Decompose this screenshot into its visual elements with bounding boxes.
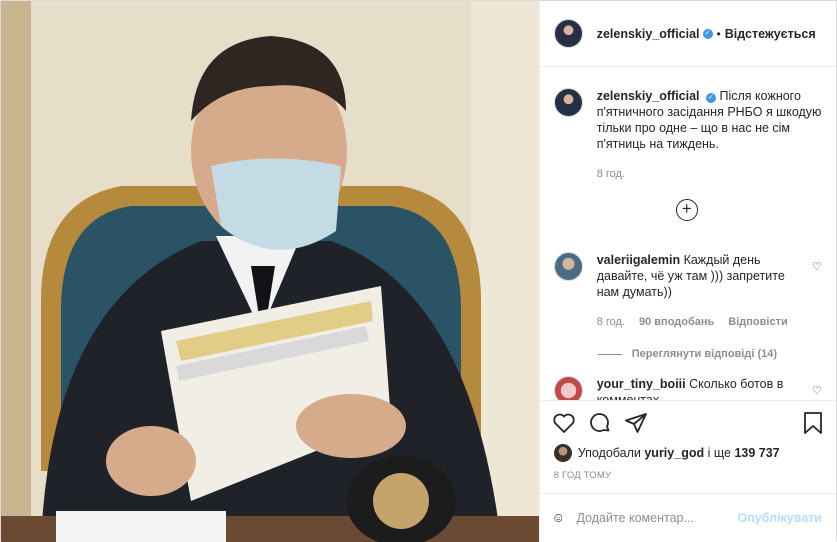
avatar[interactable] <box>553 88 583 117</box>
publish-button[interactable]: Опублікувати <box>737 511 822 525</box>
share-paper-plane-icon[interactable] <box>624 411 648 435</box>
comment-bubble-icon[interactable] <box>588 411 612 435</box>
likes-count[interactable]: 139 737 <box>734 446 779 460</box>
avatar[interactable] <box>553 19 583 48</box>
heart-icon[interactable]: ♡ <box>812 260 822 273</box>
avatar[interactable] <box>553 444 572 462</box>
comment-item: valeriigalemin Каждый день давайте, чё у… <box>553 252 822 330</box>
add-comment-bar: Опублікувати <box>539 493 836 542</box>
caption-username[interactable]: zelenskiy_official <box>597 89 700 103</box>
reply-button[interactable]: Відповісти <box>728 314 787 330</box>
separator-dot: • <box>716 26 721 41</box>
post-photo[interactable] <box>1 1 539 542</box>
avatar[interactable] <box>553 376 583 400</box>
plus-circle-icon[interactable]: + <box>675 199 698 221</box>
likes-prefix: Уподобали <box>577 446 641 460</box>
following-button[interactable]: Відстежується <box>725 27 816 41</box>
comment-likes[interactable]: 90 вподобань <box>639 314 714 330</box>
likes-summary: Уподобали yuriy_god і ще 139 737 <box>553 444 826 462</box>
verified-badge-icon: ✓ <box>702 28 713 39</box>
comment-age[interactable]: 8 год. <box>597 314 625 330</box>
emoji-smile-icon[interactable] <box>554 506 563 530</box>
replies-divider <box>597 353 622 355</box>
likes-joiner: і ще <box>707 446 731 460</box>
like-heart-icon[interactable] <box>552 411 576 435</box>
photo-illustration <box>1 1 539 542</box>
post-header: zelenskiy_official ✓ • Відстежується <box>539 1 836 67</box>
action-bar <box>539 400 836 444</box>
comment-input[interactable] <box>576 511 738 525</box>
heart-icon[interactable]: ♡ <box>812 384 822 397</box>
header-username[interactable]: zelenskiy_official <box>597 27 700 41</box>
caption-age[interactable]: 8 год. <box>597 166 625 182</box>
view-replies-label: Переглянути відповіді (14) <box>631 348 778 360</box>
caption-row: zelenskiy_official ✓ Після кожного п'ятн… <box>553 88 822 182</box>
avatar[interactable] <box>553 252 583 281</box>
view-replies-button[interactable]: Переглянути відповіді (14) <box>597 348 822 360</box>
comment-username[interactable]: valeriigalemin <box>597 253 680 267</box>
posted-time[interactable]: 8 ГОД ТОМУ <box>554 470 612 481</box>
likes-user[interactable]: yuriy_god <box>644 446 704 460</box>
instagram-post: zelenskiy_official ✓ • Відстежується zel… <box>0 0 837 542</box>
verified-badge-icon: ✓ <box>706 93 717 103</box>
post-side-panel: zelenskiy_official ✓ • Відстежується zel… <box>538 1 836 542</box>
comment-username[interactable]: your_tiny_boiii <box>597 377 686 391</box>
bookmark-icon[interactable] <box>802 411 824 435</box>
comments-list[interactable]: zelenskiy_official ✓ Після кожного п'ятн… <box>540 68 836 400</box>
comment-item: your_tiny_boiii Сколько ботов в коммента… <box>553 376 822 400</box>
